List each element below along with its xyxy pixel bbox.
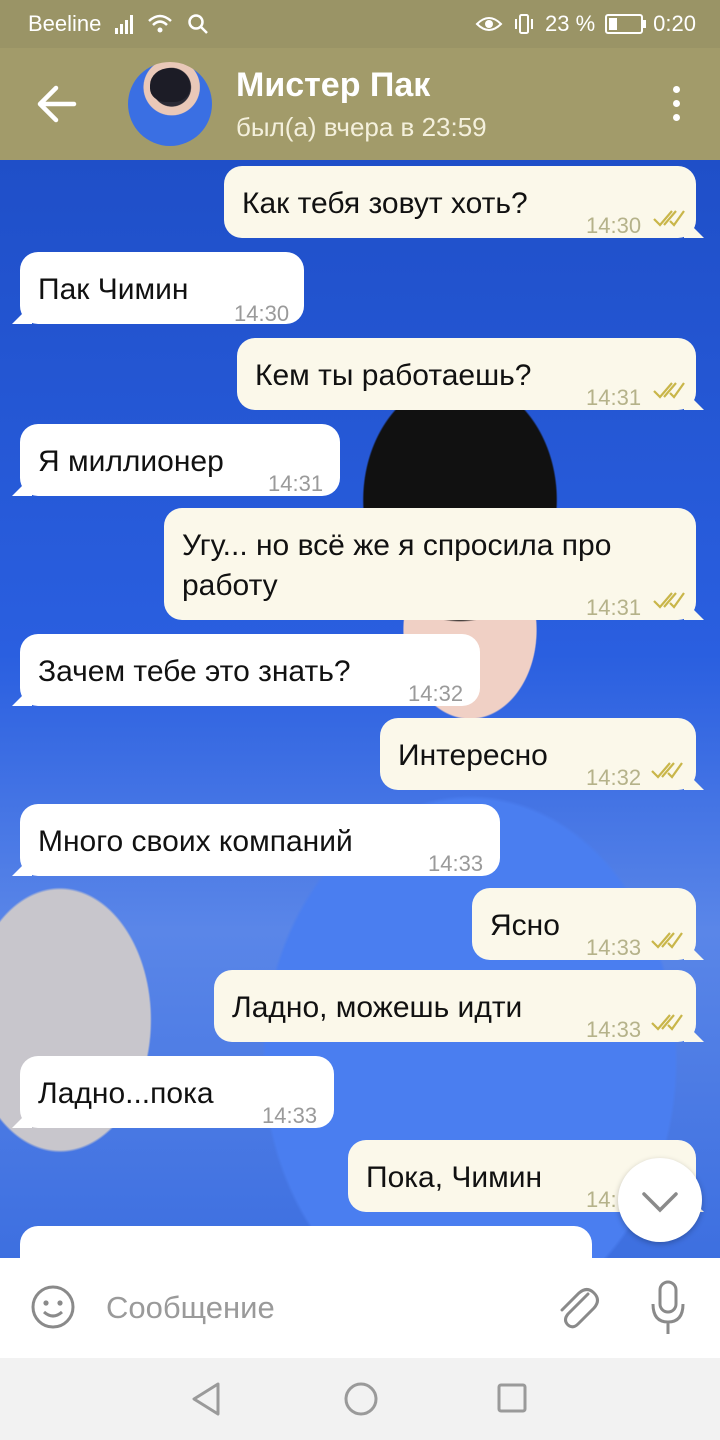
message-text: работу (182, 569, 278, 602)
message-text: Много своих компаний (38, 825, 353, 858)
message-bubble-incoming[interactable]: Ладно...пока 14:33 (20, 1056, 334, 1128)
message-time: 14:30 (234, 301, 290, 326)
signal-icon (115, 14, 134, 34)
battery-percent: 23 % (545, 11, 596, 36)
chat-messages[interactable]: Как тебя зовут хоть? 14:30 Пак Чимин 14:… (0, 160, 720, 1260)
message-time: 14:33 (262, 1103, 318, 1128)
message-text: Зачем тебе это знать? (38, 655, 351, 688)
microphone-icon[interactable] (648, 1280, 688, 1336)
message-time: 14:32 (408, 681, 464, 706)
double-check-icon (651, 1014, 683, 1031)
message-text: Кем ты работаешь? (255, 359, 532, 392)
nav-back-icon[interactable] (188, 1380, 224, 1418)
message-time: 14:32 (586, 765, 642, 790)
message-bubble-incoming[interactable]: Много своих компаний 14:33 (20, 804, 500, 876)
message-input[interactable]: Сообщение (106, 1290, 275, 1326)
message-bubble-outgoing[interactable]: Ясно 14:33 (472, 888, 696, 960)
paperclip-icon[interactable] (554, 1282, 600, 1332)
double-check-icon (653, 592, 685, 609)
message-time: 14:33 (428, 851, 484, 876)
carrier-name: Beeline (28, 11, 102, 36)
message-bubble-outgoing[interactable]: Интересно 14:32 (380, 718, 696, 790)
message-time: 14:31 (586, 385, 642, 410)
message-time: 14: (586, 1187, 617, 1212)
message-text: Пока, Чимин (366, 1161, 543, 1194)
message-bubble-outgoing[interactable]: Как тебя зовут хоть? 14:30 (224, 166, 696, 238)
message-time: 14:33 (586, 1017, 642, 1042)
message-bubble-outgoing[interactable]: Ладно, можешь идти 14:33 (214, 970, 696, 1042)
battery-icon (605, 14, 647, 34)
double-check-icon (653, 382, 685, 399)
message-time: 14:31 (268, 471, 324, 496)
message-input-bar: Сообщение (0, 1258, 720, 1358)
message-bubble-outgoing[interactable]: Кем ты работаешь? 14:31 (237, 338, 696, 410)
chevron-down-icon (642, 1192, 678, 1213)
more-vert-icon[interactable] (670, 86, 682, 126)
system-nav-bar (0, 1358, 720, 1440)
double-check-icon (651, 762, 683, 779)
message-time: 14:33 (586, 935, 642, 960)
message-text: Ладно...пока (38, 1077, 214, 1110)
message-text: Ясно (490, 909, 560, 942)
avatar[interactable] (128, 62, 212, 146)
eye-icon (475, 17, 503, 31)
double-check-icon (651, 932, 683, 949)
nav-recent-icon[interactable] (496, 1382, 528, 1414)
message-bubble-incoming[interactable]: Я миллионер 14:31 (20, 424, 340, 496)
message-text: Как тебя зовут хоть? (242, 187, 528, 220)
message-text: Интересно (398, 739, 548, 772)
double-check-icon (653, 210, 685, 227)
status-bar: Beeline 23 % 0:20 (0, 0, 720, 48)
chat-header: Мистер Пак был(а) вчера в 23:59 (0, 48, 720, 160)
message-text: Я миллионер (38, 445, 224, 478)
wifi-icon (148, 14, 173, 33)
contact-name[interactable]: Мистер Пак (236, 66, 430, 105)
vibrate-icon (515, 14, 534, 34)
message-text: Угу... но всё же я спросила про (182, 529, 612, 562)
message-bubble-incoming[interactable]: Зачем тебе это знать? 14:32 (20, 634, 480, 706)
message-bubble-outgoing[interactable]: Угу... но всё же я спросила про работу 1… (164, 508, 696, 620)
message-bubble-incoming-partial[interactable] (20, 1226, 592, 1260)
back-arrow-icon[interactable] (30, 82, 80, 126)
message-text: Пак Чимин (38, 273, 189, 306)
scroll-down-button[interactable] (618, 1158, 702, 1242)
message-time: 14:31 (586, 595, 642, 620)
search-icon (188, 14, 209, 34)
clock: 0:20 (653, 11, 696, 36)
message-text: Ладно, можешь идти (232, 991, 523, 1024)
message-bubble-incoming[interactable]: Пак Чимин 14:30 (20, 252, 304, 326)
nav-home-icon[interactable] (343, 1381, 379, 1417)
emoji-icon[interactable] (30, 1284, 76, 1330)
last-seen-status: был(а) вчера в 23:59 (236, 112, 487, 142)
message-time: 14:30 (586, 213, 642, 238)
